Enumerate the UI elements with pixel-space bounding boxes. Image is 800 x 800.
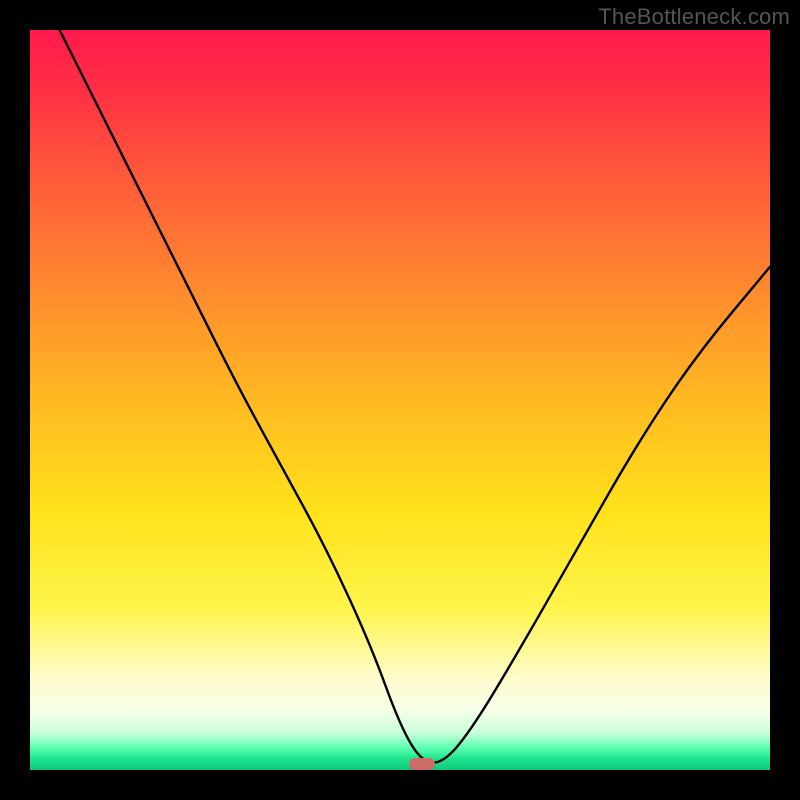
optimal-marker <box>409 758 435 770</box>
chart-frame: TheBottleneck.com <box>0 0 800 800</box>
watermark-text: TheBottleneck.com <box>598 4 790 30</box>
bottleneck-curve <box>30 30 770 770</box>
plot-area <box>30 30 770 770</box>
